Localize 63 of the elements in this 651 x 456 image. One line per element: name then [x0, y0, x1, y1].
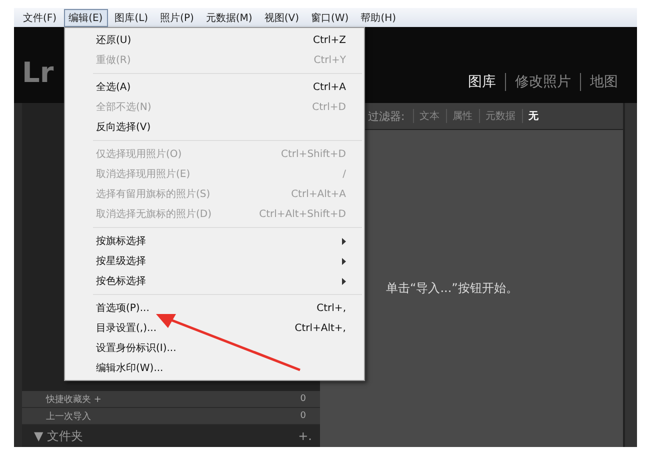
menu-shortcut: Ctrl+Y — [314, 54, 346, 66]
menu-shortcut: Ctrl+A — [312, 82, 346, 92]
menu-shortcut: Ctrl+Alt+, — [294, 322, 346, 334]
menu-item-label: 全选(A) — [96, 80, 131, 94]
add-button[interactable]: +. — [298, 429, 312, 443]
menu-item[interactable]: 首选项(P)... Ctrl+, — [65, 298, 364, 318]
row-count: 0 — [300, 394, 306, 404]
menu-item-label: 仅选择现用照片(O) — [96, 148, 182, 161]
menu-item-label: 设置身份标识(I)... — [96, 342, 176, 355]
menu-shortcut: Ctrl+Z — [312, 34, 346, 46]
menu-bar-item[interactable]: 照片(P) — [155, 8, 199, 26]
menu-bar-item[interactable]: 元数据(M) — [200, 8, 258, 26]
menu-bar-item[interactable]: 编辑(E) — [64, 8, 108, 26]
menu-shortcut: / — [342, 168, 346, 180]
module-tab[interactable]: 地图 — [580, 73, 627, 91]
menu-bar-item[interactable]: 窗口(W) — [306, 8, 354, 26]
menu-bar-item[interactable]: 图库(L) — [110, 8, 154, 26]
menu-item[interactable]: 按星级选择 — [65, 251, 364, 271]
filter-label: 过滤器: — [368, 108, 406, 124]
submenu-arrow-icon — [342, 258, 346, 264]
menu-item-label: 取消选择现用照片(E) — [96, 168, 190, 181]
menu-item[interactable]: 编辑水印(W)... — [65, 358, 364, 378]
menu-shortcut: Ctrl+Alt+Shift+D — [259, 208, 346, 220]
menu-item[interactable]: 还原(U) Ctrl+Z — [65, 30, 364, 50]
menu-item[interactable]: 按旗标选择 — [65, 231, 364, 251]
menu-item[interactable]: 目录设置(,)... Ctrl+Alt+, — [65, 318, 364, 338]
menu-item-label: 还原(U) — [96, 34, 132, 47]
menu-item-label: 重做(R) — [96, 54, 131, 67]
submenu-arrow-icon — [342, 238, 346, 244]
menu-shortcut: Ctrl+, — [316, 302, 346, 314]
menu-item[interactable]: 反向选择(V) — [65, 117, 364, 137]
menu-item[interactable]: 设置身份标识(I)... — [65, 338, 364, 358]
menu-shortcut: Ctrl+Shift+D — [281, 148, 346, 160]
filter-option[interactable]: 无 — [522, 109, 545, 123]
section-header[interactable]: ▼ 文件夹 +. — [22, 425, 320, 447]
menu-item[interactable]: 按色标选择 — [65, 271, 364, 291]
menu-bar-item[interactable]: 文件(F) — [18, 8, 62, 26]
row-count: 0 — [300, 411, 306, 421]
menu-item-label: 目录设置(,)... — [96, 322, 157, 335]
menu-bar-item[interactable]: 帮助(H) — [356, 8, 402, 26]
menu-item-label: 编辑水印(W)... — [96, 362, 164, 375]
menu-item-label: 按色标选择 — [96, 274, 146, 288]
menu-item-label: 按星级选择 — [96, 254, 146, 268]
panel-row[interactable]: 上一次导入 0 — [22, 408, 320, 425]
menu-shortcut: Ctrl+Alt+A — [291, 188, 346, 200]
menu-bar-item[interactable]: 视图(V) — [259, 8, 304, 26]
row-label: 快捷收藏夹 + — [46, 394, 102, 406]
section-label: ▼ 文件夹 — [34, 428, 84, 444]
module-tab[interactable]: 修改照片 — [505, 73, 580, 91]
menu-item[interactable]: 全选(A) Ctrl+A — [65, 77, 364, 97]
panel-row[interactable]: 快捷收藏夹 + 0 — [22, 391, 320, 408]
submenu-arrow-icon — [342, 278, 346, 284]
empty-message: 单击“导入...”按钮开始。 — [386, 280, 518, 297]
module-tab[interactable]: 图库 — [459, 73, 505, 91]
menu-item-label: 取消选择无旗标的照片(D) — [96, 208, 212, 221]
menu-shortcut: Ctrl+D — [312, 102, 346, 112]
menu-item-label: 首选项(P)... — [96, 302, 150, 315]
menu-item-label: 按旗标选择 — [96, 234, 146, 248]
menu-item-label: 选择有留用旗标的照片(S) — [96, 188, 210, 201]
row-label: 上一次导入 — [46, 410, 91, 422]
menu-item-label: 反向选择(V) — [96, 120, 151, 134]
app-logo: Lr — [22, 56, 54, 89]
menu-item-label: 全部不选(N) — [96, 100, 152, 114]
